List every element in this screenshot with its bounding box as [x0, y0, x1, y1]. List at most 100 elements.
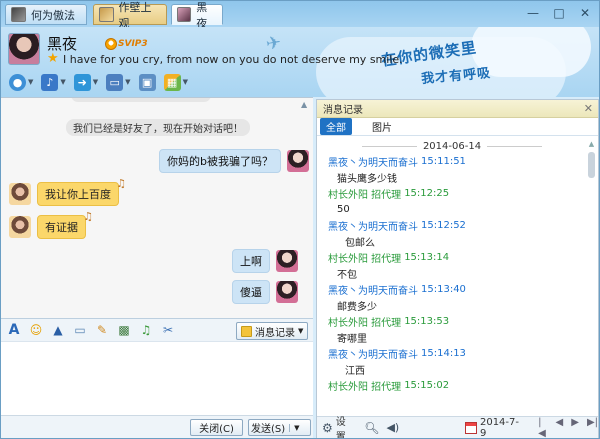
- message-row: 我让你上百度 ♫: [9, 177, 126, 206]
- font-icon[interactable]: A: [6, 322, 22, 338]
- scroll-up-icon[interactable]: ▲: [587, 140, 596, 150]
- close-window-button[interactable]: ✕: [573, 4, 597, 22]
- first-page-icon[interactable]: |◀: [538, 417, 547, 439]
- tab-label: 作壁上观: [118, 0, 152, 30]
- microphone-icon: ♪: [41, 73, 59, 91]
- image-edit-icon[interactable]: ✎: [94, 322, 110, 338]
- message-bubble[interactable]: 你妈的b被我骗了吗？: [159, 149, 281, 173]
- message-text: 有证据: [45, 221, 78, 234]
- my-avatar[interactable]: [286, 150, 309, 172]
- guitar-icon: ♫: [83, 210, 93, 223]
- message-input[interactable]: [1, 342, 313, 415]
- music-icon[interactable]: ♫: [138, 322, 154, 338]
- tab-bar: 何为傲法 作壁上观 黑夜 — □ ✕: [1, 1, 599, 30]
- chat-toolbar: ● ▼ ♪ ▼ ➜ ▼ ▭ ▼ ▣ ▦ ▼: [1, 69, 599, 95]
- history-title-bar: 消息记录 ✕: [317, 100, 598, 118]
- speaker-icon[interactable]: ◀): [386, 421, 399, 434]
- chevron-down-icon: ▼: [182, 78, 188, 86]
- search-icon[interactable]: 🔍︎: [364, 421, 379, 435]
- voice-call-button[interactable]: ♪ ▼: [39, 71, 67, 93]
- message-area[interactable]: ▲ 我们已经是好友了，现在开始对话吧！ 你妈的b被我骗了吗？ 我让你上百度 ♫ …: [1, 97, 313, 318]
- close-icon[interactable]: ✕: [584, 102, 593, 115]
- send-button-label: 发送(S): [251, 424, 286, 435]
- camera-icon: ●: [9, 73, 26, 91]
- monitor-icon: ▭: [106, 73, 124, 91]
- calendar-icon[interactable]: [465, 421, 477, 434]
- tab-contact-2[interactable]: 作壁上观: [93, 1, 167, 30]
- history-entry-meta: 黑夜丶为明天而奋斗 15:11:51: [328, 156, 466, 169]
- close-button[interactable]: 关闭(C): [190, 419, 243, 436]
- history-entry-text: 寄哪里: [337, 334, 367, 345]
- contact-avatar-small[interactable]: [9, 216, 31, 238]
- send-button[interactable]: 发送(S) ▼: [248, 419, 311, 436]
- contact-avatar-small[interactable]: [9, 183, 31, 205]
- compose-toolbar: A ☺ ▲ ▭ ✎ ▩ ♫ ✂ 消息记录 ▼: [1, 318, 313, 342]
- tab-contact-3[interactable]: 黑夜: [171, 1, 223, 30]
- history-tab-images[interactable]: 图片: [366, 118, 398, 135]
- history-footer: ⚙ 设置 🔍︎ ◀) 2014-7-9 |◀ ◀ ▶ ▶|: [317, 416, 598, 438]
- gear-icon[interactable]: ⚙: [322, 421, 333, 435]
- file-transfer-icon: ➜: [73, 73, 91, 91]
- tab-avatar: [11, 7, 26, 22]
- tab-label: 黑夜: [196, 0, 208, 30]
- my-avatar[interactable]: [276, 281, 298, 303]
- scroll-thumb[interactable]: [588, 152, 595, 178]
- history-icon: [241, 325, 252, 337]
- history-pager: |◀ ◀ ▶ ▶|: [538, 417, 598, 439]
- history-entry-text: 猫头鹰多少钱: [337, 174, 397, 185]
- magic-hat-icon[interactable]: ▲: [50, 322, 66, 338]
- message-bubble[interactable]: 上啊: [232, 249, 270, 273]
- collapse-arrow-icon[interactable]: ▲: [301, 100, 307, 109]
- chat-window: 何为傲法 作壁上观 黑夜 — □ ✕ ✈ 在你的微笑里 我才有呼吸 黑夜 SVI…: [0, 0, 600, 439]
- settings-label[interactable]: 设置: [336, 413, 355, 439]
- svip-badge[interactable]: SVIP3: [105, 38, 148, 50]
- contact-avatar[interactable]: [8, 33, 40, 65]
- send-options-dropdown[interactable]: ▼: [289, 423, 300, 432]
- history-button-label: 消息记录: [255, 327, 295, 339]
- picture-icon[interactable]: ▩: [116, 322, 132, 338]
- message-history-button[interactable]: 消息记录 ▼: [236, 322, 309, 340]
- minimize-button[interactable]: —: [521, 4, 545, 22]
- window-shake-icon[interactable]: ▭: [72, 322, 88, 338]
- history-panel: 消息记录 ✕ 全部 图片 2014-06-14 黑夜丶为明天而奋斗 15:11:5…: [316, 99, 599, 438]
- history-entry-meta: 黑夜丶为明天而奋斗 15:13:40: [328, 284, 466, 297]
- history-entry-meta: 村长外阳 招代理 15:12:25: [328, 188, 450, 201]
- tab-label: 何为傲法: [31, 8, 75, 22]
- history-current-date: 2014-7-9: [479, 416, 519, 439]
- history-list[interactable]: 2014-06-14 黑夜丶为明天而奋斗 15:11:51 猫头鹰多少钱 村长外阳…: [317, 138, 587, 408]
- message-bubble[interactable]: 我让你上百度 ♫: [37, 177, 126, 206]
- star-icon: ★: [47, 51, 59, 66]
- my-avatar[interactable]: [276, 250, 298, 272]
- history-entry-meta: 黑夜丶为明天而奋斗 15:14:13: [328, 348, 466, 361]
- history-entry-meta: 村长外阳 招代理 15:13:14: [328, 252, 450, 265]
- emoji-icon[interactable]: ☺: [28, 322, 44, 338]
- history-entry-meta: 村长外阳 招代理 15:13:53: [328, 316, 450, 329]
- file-transfer-button[interactable]: ➜ ▼: [72, 71, 100, 93]
- next-page-icon[interactable]: ▶: [571, 417, 579, 439]
- message-bubble[interactable]: 有证据 ♫: [37, 210, 93, 239]
- tab-avatar: [177, 7, 192, 22]
- history-title: 消息记录: [323, 105, 363, 116]
- penguin-icon: [105, 38, 117, 50]
- chevron-down-icon: ▼: [60, 78, 66, 86]
- prev-page-icon[interactable]: ◀: [556, 417, 564, 439]
- message-row: 上啊: [232, 249, 298, 273]
- history-tab-all[interactable]: 全部: [320, 118, 352, 135]
- history-entry-meta: 黑夜丶为明天而奋斗 15:12:52: [328, 220, 466, 233]
- maximize-button[interactable]: □: [547, 4, 571, 22]
- video-call-button[interactable]: ● ▼: [7, 71, 35, 93]
- share-screen-button[interactable]: ▣: [137, 71, 158, 93]
- last-page-icon[interactable]: ▶|: [587, 417, 598, 439]
- history-date-divider: 2014-06-14: [317, 138, 587, 154]
- screenshot-icon[interactable]: ✂: [160, 322, 176, 338]
- remote-desktop-button[interactable]: ▭ ▼: [104, 71, 132, 93]
- contact-signature: I have for you cry, from now on you do n…: [63, 53, 403, 66]
- history-scrollbar[interactable]: ▲: [587, 140, 596, 406]
- apps-button[interactable]: ▦ ▼: [162, 71, 190, 93]
- message-bubble[interactable]: 傻逼: [232, 280, 270, 304]
- message-row: 傻逼: [232, 280, 298, 304]
- history-tabs: 全部 图片: [317, 118, 598, 136]
- tab-contact-1[interactable]: 何为傲法: [5, 4, 87, 25]
- history-entry-meta: 村长外阳 招代理 15:15:02: [328, 380, 450, 393]
- guitar-icon: ♫: [116, 177, 126, 190]
